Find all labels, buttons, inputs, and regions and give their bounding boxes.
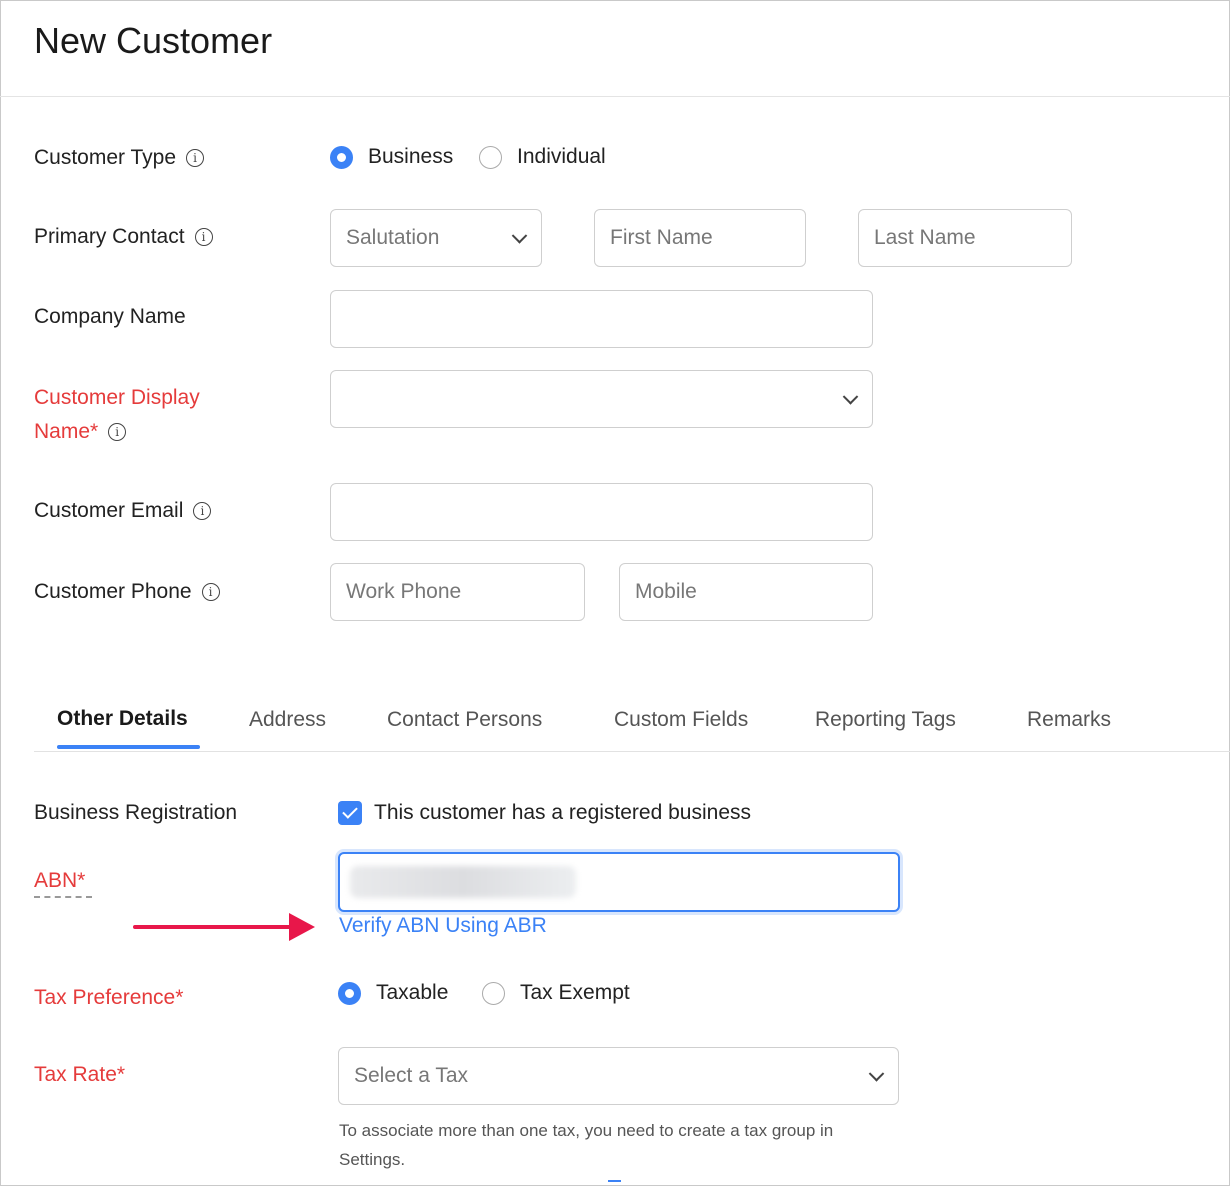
abn-redacted-value bbox=[350, 866, 576, 898]
last-name-placeholder: Last Name bbox=[874, 226, 976, 249]
page-header: New Customer bbox=[0, 0, 1230, 97]
info-icon[interactable]: i bbox=[201, 583, 220, 601]
abn-label-text: ABN* bbox=[34, 869, 86, 892]
settings-link-underline bbox=[608, 1180, 621, 1182]
registered-business-checkbox-label[interactable]: This customer has a registered business bbox=[374, 796, 751, 830]
customer-email-label: Customer Email i bbox=[34, 494, 212, 528]
company-name-input[interactable] bbox=[330, 290, 873, 348]
customer-type-business-radio[interactable]: Business bbox=[330, 145, 453, 169]
customer-phone-label-text: Customer Phone bbox=[34, 580, 192, 603]
radio-selected-icon bbox=[330, 145, 353, 169]
mobile-input[interactable]: Mobile bbox=[619, 563, 873, 621]
chevron-down-icon bbox=[511, 228, 528, 244]
tax-rate-placeholder: Select a Tax bbox=[354, 1064, 469, 1087]
tab-custom-fields[interactable]: Custom Fields bbox=[614, 708, 748, 732]
tax-help-text: To associate more than one tax, you need… bbox=[339, 1116, 909, 1174]
tax-rate-label: Tax Rate* bbox=[34, 1058, 125, 1092]
tax-preference-exempt-radio[interactable]: Tax Exempt bbox=[482, 981, 630, 1005]
last-name-input[interactable]: Last Name bbox=[858, 209, 1072, 267]
business-registration-label: Business Registration bbox=[34, 796, 237, 830]
tab-other-details[interactable]: Other Details bbox=[57, 707, 188, 731]
customer-phone-label: Customer Phone i bbox=[34, 575, 220, 609]
info-icon[interactable]: i bbox=[108, 423, 127, 441]
page-title: New Customer bbox=[34, 20, 273, 61]
details-tabs: Other Details Address Contact Persons Cu… bbox=[34, 700, 1230, 752]
customer-type-individual-radio[interactable]: Individual bbox=[479, 145, 606, 169]
primary-contact-label: Primary Contact i bbox=[34, 220, 213, 254]
tax-help-line1: To associate more than one tax, you need… bbox=[339, 1121, 834, 1140]
radio-label: Tax Exempt bbox=[520, 981, 630, 1004]
tab-contact-persons[interactable]: Contact Persons bbox=[387, 708, 542, 732]
customer-email-input[interactable] bbox=[330, 483, 873, 541]
display-name-select[interactable] bbox=[330, 370, 873, 428]
primary-contact-label-text: Primary Contact bbox=[34, 225, 185, 248]
company-name-label: Company Name bbox=[34, 300, 186, 334]
mobile-placeholder: Mobile bbox=[635, 580, 697, 603]
display-name-label-line2: Name* i bbox=[34, 415, 127, 449]
salutation-placeholder: Salutation bbox=[346, 226, 440, 249]
first-name-placeholder: First Name bbox=[610, 226, 713, 249]
work-phone-input[interactable]: Work Phone bbox=[330, 563, 585, 621]
tax-preference-taxable-radio[interactable]: Taxable bbox=[338, 981, 448, 1005]
display-name-label-text-2: Name* bbox=[34, 420, 99, 443]
customer-email-label-text: Customer Email bbox=[34, 499, 184, 522]
first-name-input[interactable]: First Name bbox=[594, 209, 806, 267]
radio-label: Business bbox=[368, 145, 454, 168]
display-name-label-line1: Customer Display bbox=[34, 381, 200, 415]
business-registration-label-text: Business Registration bbox=[34, 801, 238, 824]
abn-label-underline bbox=[34, 896, 92, 898]
tab-remarks[interactable]: Remarks bbox=[1027, 708, 1111, 732]
tax-preference-label: Tax Preference* bbox=[34, 981, 183, 1015]
info-icon[interactable]: i bbox=[193, 502, 212, 520]
arrow-head bbox=[289, 913, 315, 941]
company-name-label-text: Company Name bbox=[34, 305, 186, 328]
customer-type-label: Customer Type i bbox=[34, 141, 205, 175]
active-tab-indicator bbox=[57, 745, 200, 749]
radio-unselected-icon bbox=[482, 981, 505, 1005]
radio-label: Taxable bbox=[376, 981, 449, 1004]
tab-address[interactable]: Address bbox=[249, 708, 326, 732]
abn-label: ABN* bbox=[34, 864, 85, 898]
chevron-down-icon bbox=[868, 1066, 885, 1082]
tax-rate-select[interactable]: Select a Tax bbox=[338, 1047, 899, 1105]
tax-rate-label-text: Tax Rate* bbox=[34, 1063, 126, 1086]
radio-label: Individual bbox=[517, 145, 606, 168]
info-icon[interactable]: i bbox=[194, 228, 213, 246]
check-icon[interactable] bbox=[338, 801, 362, 825]
chevron-down-icon bbox=[842, 389, 859, 405]
tax-help-line2: Settings. bbox=[339, 1150, 406, 1169]
tax-preference-label-text: Tax Preference* bbox=[34, 986, 184, 1009]
radio-unselected-icon bbox=[479, 145, 502, 169]
info-icon[interactable]: i bbox=[186, 149, 205, 167]
radio-selected-icon bbox=[338, 981, 361, 1005]
registered-business-text: This customer has a registered business bbox=[374, 801, 752, 824]
arrow-right-icon bbox=[133, 925, 293, 929]
tab-reporting-tags[interactable]: Reporting Tags bbox=[815, 708, 956, 732]
salutation-select[interactable]: Salutation bbox=[330, 209, 542, 267]
display-name-label-text-1: Customer Display bbox=[34, 386, 200, 409]
customer-type-label-text: Customer Type bbox=[34, 146, 177, 169]
abn-input[interactable] bbox=[338, 852, 900, 912]
verify-abn-link[interactable]: Verify ABN Using ABR bbox=[339, 914, 547, 938]
work-phone-placeholder: Work Phone bbox=[346, 580, 462, 603]
